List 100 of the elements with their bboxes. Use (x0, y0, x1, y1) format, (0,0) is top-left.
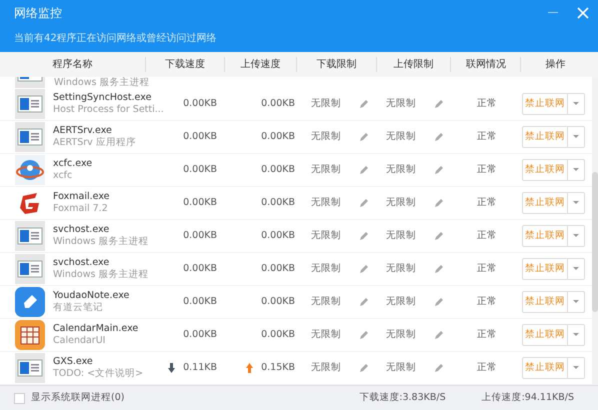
download-limit: 无限制 (311, 294, 341, 309)
upload-limit: 无限制 (386, 328, 416, 342)
block-network-button[interactable]: 禁止联网 (522, 324, 568, 346)
edit-icon[interactable] (359, 363, 369, 373)
total-upload-speed: 上传速度:94.11KB/S (482, 390, 574, 405)
process-name: svchost.exe (53, 257, 110, 269)
process-description: Host Process for Setti... (53, 104, 164, 116)
network-status: 正常 (477, 328, 497, 342)
edit-icon[interactable] (359, 99, 369, 109)
network-status: 正常 (477, 228, 497, 243)
edit-icon[interactable] (434, 132, 444, 142)
upload-speed: 0.00KB (261, 228, 295, 243)
edit-icon[interactable] (434, 198, 444, 208)
upload-speed: 0.00KB (261, 262, 295, 276)
subtitle: 当前有42程序正在访问网络或曾经访问过网络 (14, 33, 217, 45)
caret-icon (573, 168, 579, 172)
upload-limit: 无限制 (386, 196, 416, 210)
show-system-checkbox[interactable] (14, 392, 25, 404)
process-description: xcfc (53, 170, 74, 182)
dropdown-button[interactable] (568, 291, 585, 313)
column-header: 联网情况 (450, 57, 520, 72)
upload-speed: 0.15KB (261, 360, 295, 375)
caret-icon (573, 366, 579, 370)
network-status: 正常 (477, 294, 497, 309)
process-description: Windows 服务主进程 (54, 77, 150, 88)
edit-icon[interactable] (434, 330, 444, 340)
edit-icon[interactable] (434, 231, 444, 241)
process-description: Windows 服务主进程 (53, 236, 148, 248)
dropdown-button[interactable] (568, 192, 585, 214)
block-network-button[interactable]: 禁止联网 (522, 126, 568, 148)
checkbox-label: 显示系统联网进程(0) (31, 390, 124, 405)
dropdown-button[interactable] (568, 225, 585, 247)
column-header: 下载限制 (296, 57, 376, 72)
process-description: Foxmail 7.2 (53, 203, 109, 215)
download-limit: 无限制 (311, 96, 341, 111)
network-status: 正常 (477, 262, 497, 276)
total-download-speed: 下载速度:3.83KB/S (359, 390, 446, 405)
network-status: 正常 (477, 96, 497, 111)
block-network-button[interactable]: 禁止联网 (522, 258, 568, 280)
edit-icon[interactable] (434, 165, 444, 175)
block-network-button[interactable]: 禁止联网 (522, 291, 568, 313)
download-limit: 无限制 (311, 196, 341, 210)
edit-icon[interactable] (434, 99, 444, 109)
dropdown-button[interactable] (568, 126, 585, 148)
caret-icon (573, 201, 579, 205)
block-network-button[interactable]: 禁止联网 (522, 93, 568, 115)
process-name: SettingSyncHost.exe (53, 92, 152, 104)
scrollbar[interactable] (592, 77, 598, 385)
process-description: TODO: <文件说明> (53, 368, 144, 380)
network-status: 正常 (477, 196, 497, 210)
caret-icon (573, 267, 579, 271)
process-name: CalendarMain.exe (53, 323, 138, 335)
download-speed: 0.11KB (183, 360, 217, 375)
edit-icon[interactable] (434, 297, 444, 307)
calendar-icon (15, 320, 45, 350)
dropdown-button[interactable] (568, 258, 585, 280)
download-speed: 0.00KB (183, 228, 217, 243)
download-speed: 0.00KB (183, 262, 217, 276)
process-description: AERTSrv 应用程序 (53, 137, 136, 149)
upload-speed: 0.00KB (261, 196, 295, 210)
block-network-button[interactable]: 禁止联网 (522, 225, 568, 247)
dropdown-button[interactable] (568, 93, 585, 115)
edit-icon[interactable] (359, 264, 369, 274)
edit-icon[interactable] (359, 297, 369, 307)
edit-icon[interactable] (359, 198, 369, 208)
dropdown-button[interactable] (568, 324, 585, 346)
process-description: CalendarUI (53, 335, 106, 347)
network-status: 正常 (477, 360, 497, 375)
column-header: 上传速度 (224, 57, 296, 72)
network-status: 正常 (477, 130, 497, 144)
download-limit: 无限制 (311, 328, 341, 342)
scrollbar-thumb[interactable] (592, 172, 598, 312)
edit-icon[interactable] (434, 363, 444, 373)
edit-icon[interactable] (359, 330, 369, 340)
process-name: Foxmail.exe (53, 191, 110, 203)
upload-limit: 无限制 (386, 294, 416, 309)
upload-limit: 无限制 (386, 162, 416, 177)
block-network-button[interactable]: 禁止联网 (522, 357, 568, 379)
dropdown-button[interactable] (568, 159, 585, 181)
block-network-button[interactable]: 禁止联网 (522, 192, 568, 214)
download-limit: 无限制 (311, 228, 341, 243)
upload-limit: 无限制 (386, 130, 416, 144)
download-speed: 0.00KB (183, 162, 217, 177)
edit-icon[interactable] (359, 132, 369, 142)
edit-icon[interactable] (359, 165, 369, 175)
block-network-button[interactable]: 禁止联网 (522, 159, 568, 181)
column-header: 程序名称 (51, 58, 94, 72)
dropdown-button[interactable] (568, 357, 585, 379)
caret-icon (573, 300, 579, 304)
edit-icon[interactable] (359, 231, 369, 241)
process-description: 有道云笔记 (53, 302, 104, 314)
download-limit: 无限制 (311, 162, 341, 177)
upload-speed: 0.00KB (261, 96, 295, 111)
upload-limit: 无限制 (386, 228, 416, 243)
process-name: YoudaoNote.exe (53, 290, 130, 302)
edit-icon[interactable] (434, 264, 444, 274)
upload-speed: 0.00KB (261, 328, 295, 342)
caret-icon (573, 102, 579, 106)
close-icon[interactable] (577, 7, 589, 19)
window-title: 网络监控 (14, 5, 62, 21)
